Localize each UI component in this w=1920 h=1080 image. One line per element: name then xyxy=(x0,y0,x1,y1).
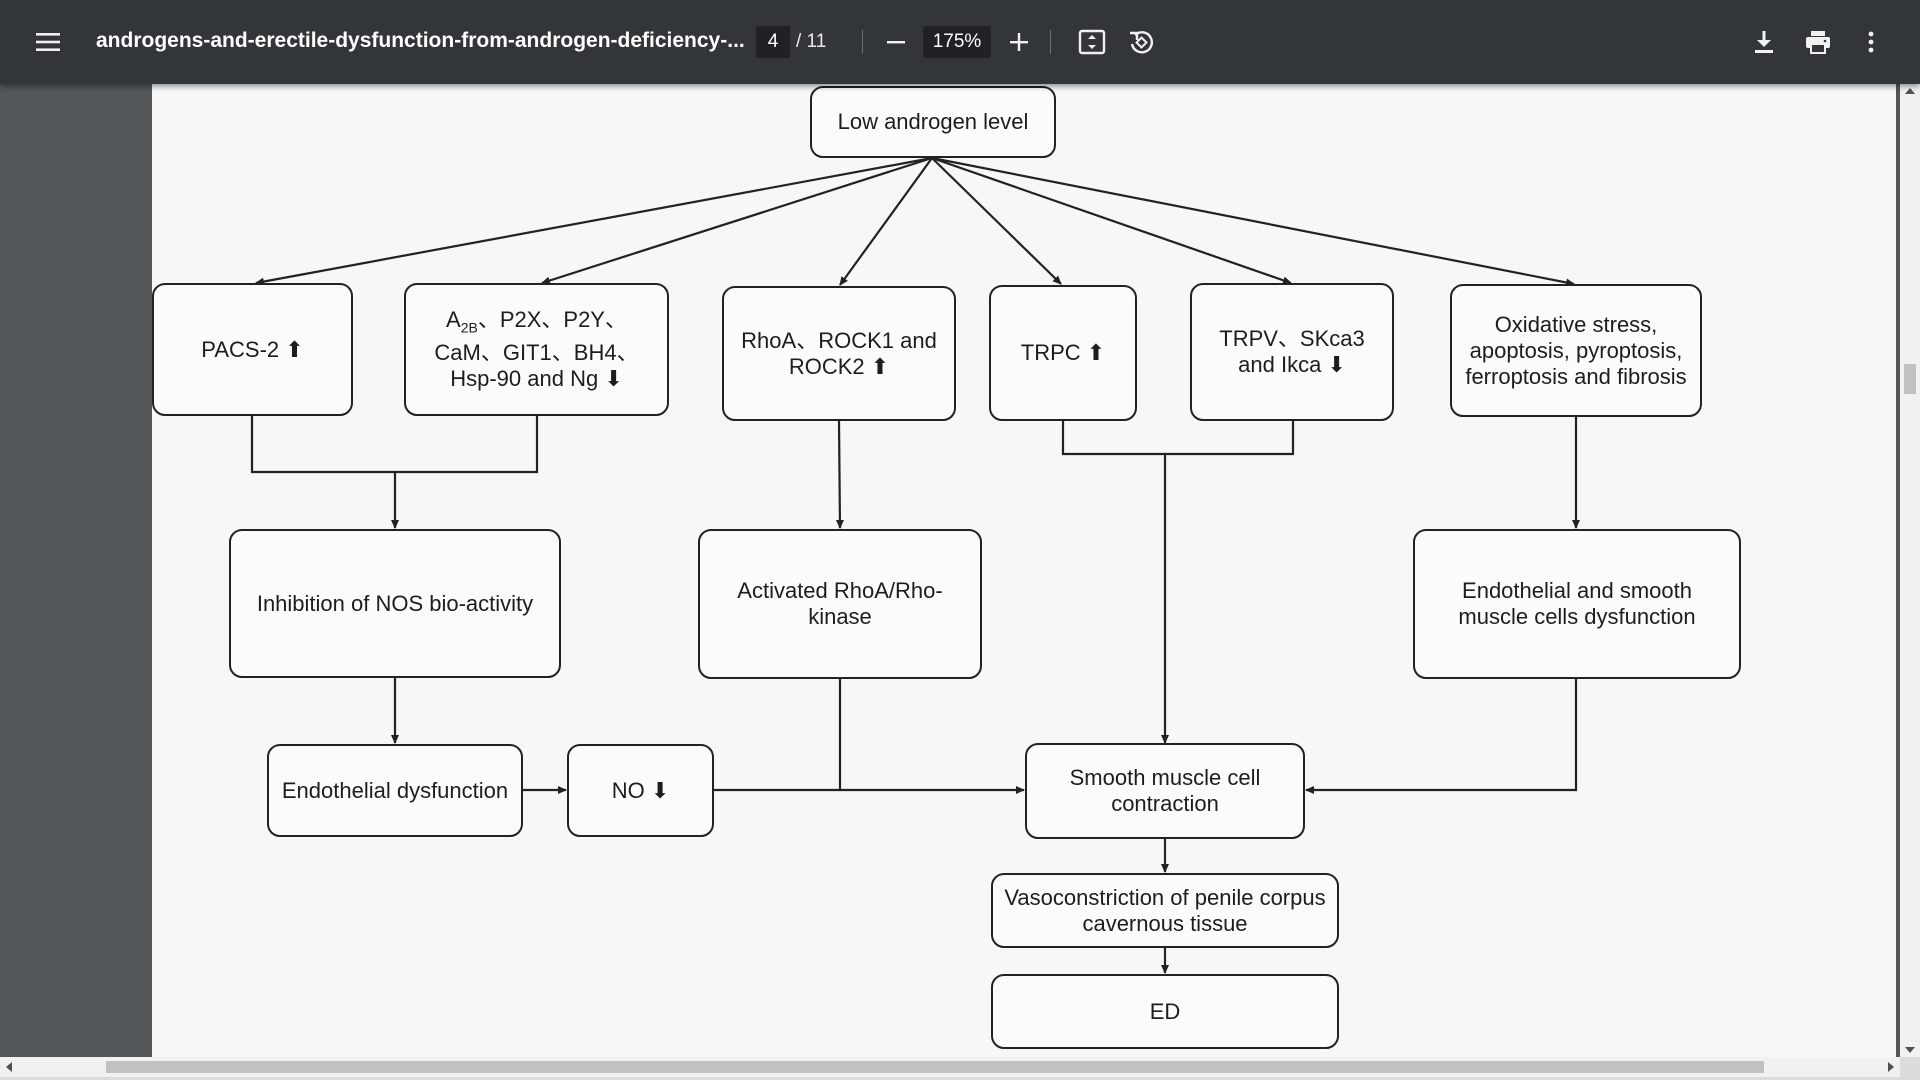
node-pacs2: PACS-2 ⬆ xyxy=(152,283,353,416)
node-nos-inhibition: Inhibition of NOS bio-activity xyxy=(229,529,561,678)
node-endothelial-dysfunction: Endothelial dysfunction xyxy=(267,744,523,837)
horizontal-scrollbar[interactable] xyxy=(0,1057,1900,1077)
node-trpc: TRPC ⬆ xyxy=(989,285,1137,421)
arrow-root-to-rhoa xyxy=(839,157,933,286)
vertical-scrollbar[interactable] xyxy=(1900,84,1920,1057)
node-vasoconstriction: Vasoconstriction of penile corpus cavern… xyxy=(991,873,1339,948)
node-receptors-line1: A2B、P2X、P2Y、 xyxy=(446,306,627,336)
node-rhoa-rock: RhoA、ROCK1 and ROCK2 ⬆ xyxy=(722,286,956,421)
vertical-scroll-thumb[interactable] xyxy=(1904,364,1916,394)
page-total: / 11 xyxy=(796,31,827,52)
arrow-root-to-oxidative xyxy=(931,156,1575,287)
download-icon[interactable] xyxy=(1744,22,1784,62)
node-endothelial-smooth-dysfunction: Endothelial and smooth muscle cells dysf… xyxy=(1413,529,1741,679)
node-low-androgen-level: Low androgen level xyxy=(810,86,1056,158)
print-icon[interactable] xyxy=(1798,22,1838,62)
horizontal-scroll-thumb[interactable] xyxy=(106,1061,1764,1073)
pdf-toolbar: androgens-and-erectile-dysfunction-from-… xyxy=(0,0,1920,84)
node-receptors-line2: CaM、GIT1、BH4、 xyxy=(434,340,639,366)
document-title: androgens-and-erectile-dysfunction-from-… xyxy=(96,29,745,52)
scroll-up-arrow-icon[interactable] xyxy=(1905,88,1915,94)
node-no-down: NO ⬇ xyxy=(567,744,714,837)
scroll-left-arrow-icon[interactable] xyxy=(6,1062,12,1072)
connector-pacs2-a2b xyxy=(250,416,539,474)
arrow-rhoa-to-kinase xyxy=(835,420,844,529)
hamburger-menu-icon[interactable] xyxy=(28,22,68,62)
scroll-down-arrow-icon[interactable] xyxy=(1905,1047,1915,1053)
more-vert-icon[interactable] xyxy=(1851,22,1891,62)
plus-icon[interactable] xyxy=(999,22,1039,62)
rotate-icon[interactable] xyxy=(1121,22,1161,62)
node-smooth-muscle-contraction: Smooth muscle cell contraction xyxy=(1025,743,1305,839)
pdf-viewer-area[interactable]: Low androgen level PACS-2 ⬆ A2B、P2X、P2Y、… xyxy=(0,84,1900,1057)
zoom-level-input[interactable]: 175% xyxy=(923,26,991,58)
node-rho-kinase: Activated RhoA/Rho-kinase xyxy=(698,529,982,679)
node-oxidative-stress: Oxidative stress, apoptosis, pyroptosis,… xyxy=(1450,284,1702,417)
minus-icon[interactable] xyxy=(876,22,916,62)
scroll-right-arrow-icon[interactable] xyxy=(1888,1062,1894,1072)
fit-page-icon[interactable] xyxy=(1072,22,1112,62)
page-number-input[interactable]: 4 xyxy=(756,26,790,58)
arrow-root-to-trpc xyxy=(931,157,1062,285)
arrow-root-to-a2b xyxy=(541,156,933,285)
connector-trpc-trpv xyxy=(1061,421,1295,456)
node-trpv: TRPV、SKca3 and Ikca ⬇ xyxy=(1190,283,1394,421)
arrow-root-to-pacs2 xyxy=(255,156,933,286)
pdf-page: Low androgen level PACS-2 ⬆ A2B、P2X、P2Y、… xyxy=(152,84,1896,1057)
arrow-endo-smooth-to-smc xyxy=(1305,679,1578,794)
node-receptors-line3: Hsp-90 and Ng ⬇ xyxy=(450,366,623,392)
node-receptors-down: A2B、P2X、P2Y、 CaM、GIT1、BH4、 Hsp-90 and Ng… xyxy=(404,283,669,416)
node-ed: ED xyxy=(991,974,1339,1049)
toolbar-divider xyxy=(1050,30,1051,54)
toolbar-divider xyxy=(862,30,863,54)
arrow-root-to-trpv xyxy=(931,156,1292,285)
